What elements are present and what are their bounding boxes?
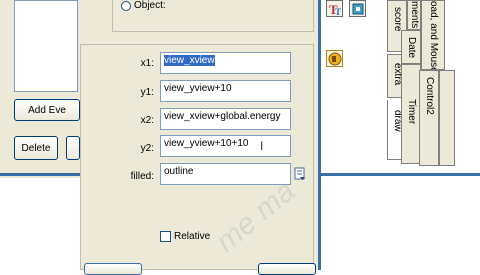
- menu-icon[interactable]: [294, 167, 306, 181]
- y2-field[interactable]: view_yview+10+10: [160, 135, 291, 157]
- x2-field[interactable]: view_xview+global.energy: [160, 108, 291, 130]
- y1-label: y1:: [140, 87, 154, 98]
- tab-control2[interactable]: Control2: [419, 70, 439, 166]
- x1-field[interactable]: view_xview: [160, 52, 291, 74]
- picture-icon: [352, 3, 364, 15]
- text-cursor-icon: I: [260, 139, 264, 153]
- dialog-border: [318, 0, 321, 270]
- object-label: Object:: [134, 0, 166, 11]
- object-radio[interactable]: [121, 1, 131, 11]
- text-t-icon: TT: [329, 2, 341, 17]
- window-border: [0, 173, 82, 176]
- ok-button[interactable]: [84, 263, 142, 275]
- cancel-button[interactable]: [258, 263, 316, 275]
- tab-moments[interactable]: ments: [407, 0, 421, 30]
- tab-load-and-mouse[interactable]: oad, and Mouse: [421, 0, 445, 70]
- x1-label: x1:: [140, 58, 154, 69]
- tab-date[interactable]: Date: [401, 30, 421, 64]
- sound-icon[interactable]: [326, 50, 343, 67]
- x2-label: x2:: [140, 115, 154, 126]
- tab-timer[interactable]: Timer: [401, 64, 421, 164]
- y1-field[interactable]: view_yview+10: [160, 80, 291, 102]
- speaker-icon: [328, 52, 342, 66]
- change-button[interactable]: [66, 136, 80, 160]
- delete-button[interactable]: Delete: [14, 136, 58, 160]
- list-menu-icon: [294, 167, 305, 180]
- add-event-button[interactable]: Add Eve: [14, 99, 80, 121]
- filled-label: filled:: [130, 171, 154, 182]
- draw-text-icon[interactable]: TT: [326, 0, 343, 17]
- y2-label: y2:: [140, 143, 154, 154]
- relative-label: Relative: [174, 231, 211, 242]
- draw-image-icon[interactable]: [349, 0, 366, 17]
- svg-text:T: T: [335, 7, 341, 17]
- tab-control[interactable]: [439, 70, 455, 166]
- event-list[interactable]: [14, 0, 78, 92]
- relative-checkbox[interactable]: [160, 231, 171, 242]
